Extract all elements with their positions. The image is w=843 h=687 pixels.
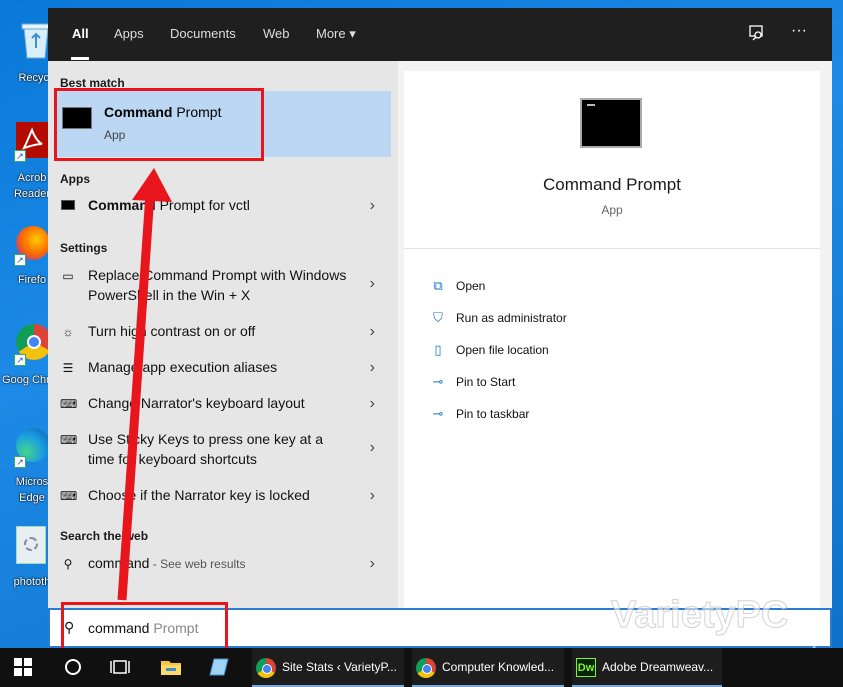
action-pin-to-start[interactable]: ⊸ Pin to Start: [428, 374, 516, 390]
detail-title: Command Prompt: [543, 175, 681, 194]
chrome-icon: [416, 658, 436, 678]
search-icon: ⚲: [63, 557, 73, 571]
chrome-icon: [256, 658, 276, 678]
detail-pane: Command Prompt App ⧉ Open ⛉ Run as adminis…: [404, 71, 820, 608]
action-pin-to-taskbar[interactable]: ⊸ Pin to taskbar: [428, 406, 530, 422]
pin-icon: ⊸: [432, 374, 444, 389]
detail-subtitle: App: [601, 203, 623, 217]
chevron-right-icon[interactable]: ›: [370, 197, 375, 215]
taskbar-app-dreamweaver[interactable]: Dw Adobe Dreamweav...: [572, 648, 722, 687]
desktop-icon-recycle-bin[interactable]: Recycle: [2, 18, 58, 108]
desktop-icon-photothumb[interactable]: phototh: [2, 522, 52, 612]
pin-icon: ⊸: [432, 406, 444, 421]
section-settings: Settings: [60, 241, 108, 255]
setting-sticky-keys[interactable]: ⌨ Use Sticky Keys to press one key at a …: [54, 429, 391, 471]
keyboard-icon: ⌨: [60, 433, 78, 447]
dreamweaver-icon: Dw: [576, 658, 596, 677]
taskbar-app-computer-knowledge[interactable]: Computer Knowled...: [412, 648, 564, 687]
desktop-icon-firefox[interactable]: ↗ Firefo: [2, 222, 52, 312]
taskbar: Site Stats ‹ VarietyP... Computer Knowle…: [0, 648, 843, 687]
taskbar-app-label: Site Stats ‹ VarietyP...: [282, 660, 397, 674]
more-options-icon[interactable]: ···: [791, 22, 807, 40]
cortana-icon[interactable]: [64, 658, 82, 681]
shortcut-arrow-icon: ↗: [14, 354, 26, 366]
monitor-icon: ▭: [62, 269, 74, 283]
tab-all[interactable]: All: [72, 26, 89, 41]
annotation-arrow: [117, 168, 172, 601]
list-icon: ☰: [62, 361, 74, 375]
open-icon: ⧉: [433, 278, 443, 293]
chevron-right-icon[interactable]: ›: [370, 555, 375, 573]
file-icon: [16, 526, 46, 564]
file-explorer-icon[interactable]: [160, 657, 182, 682]
chevron-right-icon[interactable]: ›: [370, 439, 375, 457]
shortcut-arrow-icon: ↗: [14, 254, 26, 266]
action-open[interactable]: ⧉ Open: [428, 278, 485, 294]
watermark-main: VarietyPC: [610, 594, 789, 637]
chevron-right-icon[interactable]: ›: [370, 323, 375, 341]
action-label: Open: [456, 279, 486, 293]
file-location-icon: ▯: [434, 342, 442, 357]
desktop-icon-google-chrome[interactable]: ↗ Goog Chron: [2, 322, 62, 412]
setting-replace-command-prompt[interactable]: ▭ Replace Command Prompt with Windows Po…: [54, 265, 391, 307]
command-prompt-large-icon: [580, 98, 642, 148]
notepad-app-icon[interactable]: [208, 657, 230, 682]
result-command-prompt-vctl[interactable]: Command Prompt for vctl ›: [54, 195, 391, 219]
divider: [404, 248, 820, 249]
desktop-icon-microsoft-edge[interactable]: ↗ Micros Edge: [2, 424, 52, 514]
shield-icon: ⛉: [433, 310, 443, 325]
taskbar-app-site-stats[interactable]: Site Stats ‹ VarietyP...: [252, 648, 404, 687]
action-label: Run as administrator: [456, 311, 567, 325]
setting-high-contrast[interactable]: ☼ Turn high contrast on or off ›: [54, 321, 391, 345]
tab-documents[interactable]: Documents: [170, 26, 236, 41]
annotation-highlight-best-match: [54, 88, 264, 161]
chevron-right-icon[interactable]: ›: [370, 275, 375, 293]
desktop-icon-acrobat-reader[interactable]: ↗ Acrob Reader: [2, 118, 52, 208]
chevron-right-icon[interactable]: ›: [370, 359, 375, 377]
shortcut-arrow-icon: ↗: [14, 150, 26, 162]
chevron-right-icon[interactable]: ›: [370, 487, 375, 505]
brightness-icon: ☼: [62, 325, 74, 339]
narrator-icon: ⌨: [60, 489, 78, 503]
setting-narrator-keyboard-layout[interactable]: ⌨ Change Narrator's keyboard layout ›: [54, 393, 391, 417]
setting-narrator-key-locked[interactable]: ⌨ Choose if the Narrator key is locked ›: [54, 485, 391, 509]
web-search-result[interactable]: ⚲ command - See web results ›: [54, 553, 391, 577]
active-tab-indicator: [71, 57, 89, 60]
action-label: Pin to taskbar: [456, 407, 530, 421]
tab-more[interactable]: More ▾: [316, 26, 356, 42]
section-apps: Apps: [60, 172, 90, 186]
annotation-highlight-search-box: [61, 602, 228, 651]
action-run-as-administrator[interactable]: ⛉ Run as administrator: [428, 310, 567, 326]
taskbar-app-label: Adobe Dreamweav...: [602, 660, 714, 674]
action-open-file-location[interactable]: ▯ Open file location: [428, 342, 549, 358]
tab-web[interactable]: Web: [263, 26, 290, 41]
setting-app-execution-aliases[interactable]: ☰ Manage app execution aliases ›: [54, 357, 391, 381]
action-label: Open file location: [456, 343, 549, 357]
shortcut-arrow-icon: ↗: [14, 456, 26, 468]
taskbar-app-label: Computer Knowled...: [442, 660, 555, 674]
command-prompt-icon: [60, 199, 76, 213]
action-label: Pin to Start: [456, 375, 516, 389]
chevron-right-icon[interactable]: ›: [370, 395, 375, 413]
search-filter-bar: All Apps Documents Web More ▾ ···: [48, 8, 832, 61]
feedback-icon[interactable]: [748, 24, 766, 47]
windows-start-icon[interactable]: [14, 658, 32, 681]
tab-apps[interactable]: Apps: [114, 26, 144, 41]
narrator-icon: ⌨: [60, 397, 78, 411]
task-view-icon[interactable]: [110, 658, 130, 681]
